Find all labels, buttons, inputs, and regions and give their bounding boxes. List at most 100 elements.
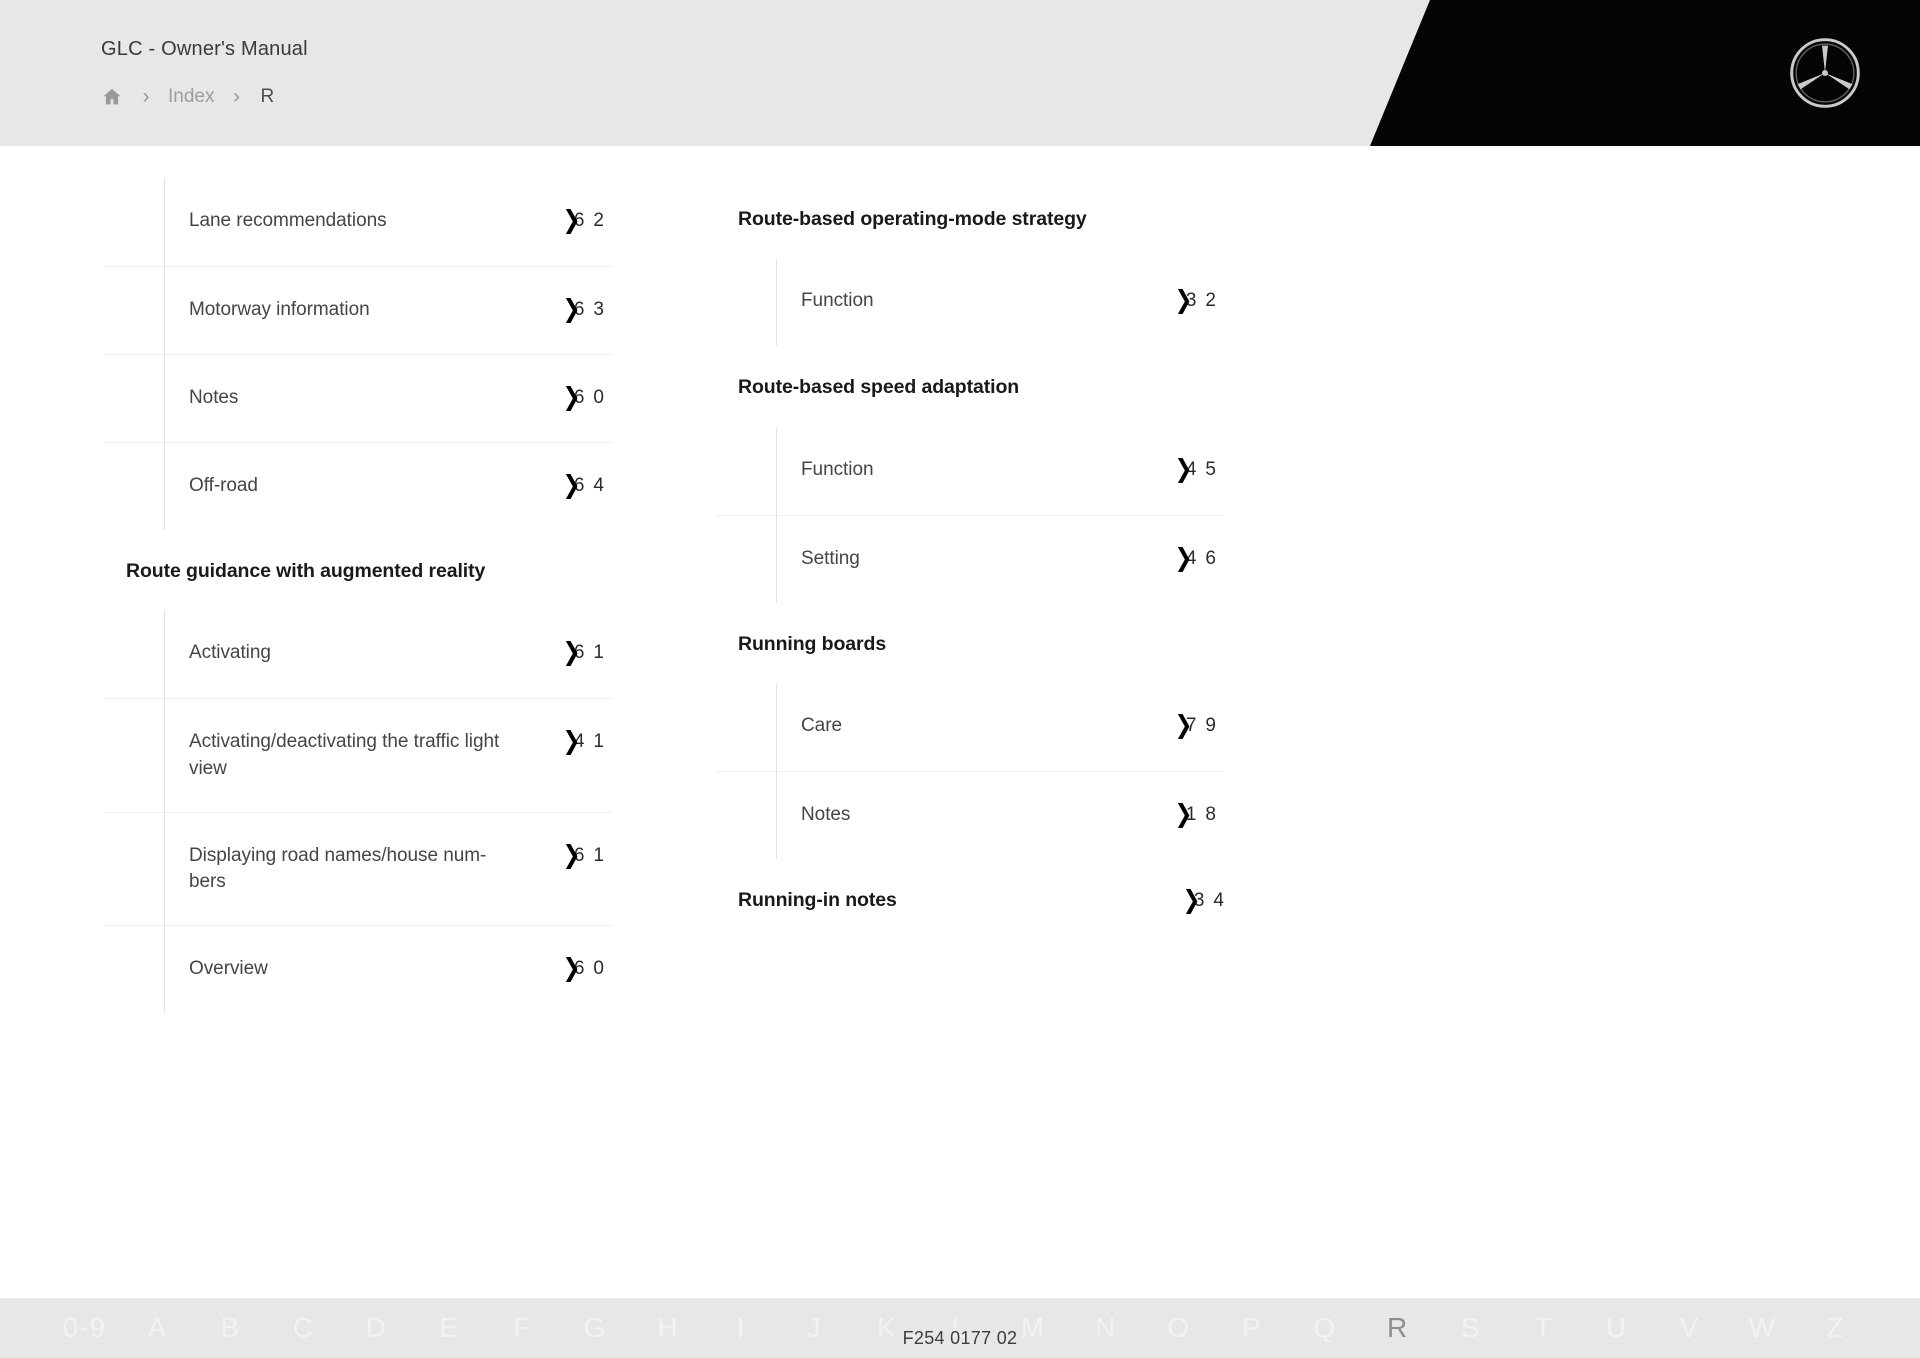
index-entry-list: Function 3 ❯ 2	[776, 258, 1224, 347]
page-reference[interactable]: 1 ❯ 8	[1164, 799, 1216, 828]
index-entry[interactable]: Function 4 ❯ 5	[777, 427, 1224, 515]
index-group-heading: Running boards	[738, 603, 1224, 683]
page-ref-page: 1	[593, 844, 604, 866]
index-entry-label: Displaying road names/house num-bers	[189, 844, 487, 892]
index-group-heading: Route guidance with augmented reality	[126, 530, 612, 610]
page-ref-page: 1	[593, 642, 604, 664]
index-columns: Lane recommendations 6 ❯ 2 Motorway informat…	[104, 178, 1224, 1014]
breadcrumb-item-index[interactable]: Index	[168, 86, 214, 108]
page-reference[interactable]: 6 ❯ 4	[552, 471, 604, 499]
page-reference[interactable]: 4 ❯ 5	[1164, 454, 1216, 483]
page-ref-page: 5	[1205, 458, 1216, 480]
index-entry-label: Setting	[801, 547, 860, 569]
chevron-right-icon: ❯	[1174, 799, 1193, 828]
index-entry[interactable]: Displaying road names/house num-bers 6 ❯ 1	[104, 811, 612, 925]
index-entry-label: Activating	[189, 642, 271, 664]
index-entry[interactable]: Function 3 ❯ 2	[777, 258, 1224, 346]
chevron-right-icon: ❯	[562, 954, 581, 983]
index-group: Running-in notes 3 ❯ 4	[716, 859, 1224, 940]
page-reference[interactable]: 6 ❯ 0	[552, 954, 604, 983]
index-entry[interactable]: Setting 4 ❯ 6	[716, 514, 1224, 603]
index-group: Route-based operating-mode strategy Funct…	[716, 178, 1224, 347]
page-reference[interactable]: 6 ❯ 1	[552, 840, 604, 869]
index-entry-label: Off-road	[189, 475, 258, 496]
index-group-heading: Route-based speed adaptation	[738, 346, 1224, 426]
page-ref-page: 4	[593, 475, 604, 496]
index-entry-label: Motorway information	[189, 299, 370, 320]
index-entry-label: Function	[801, 290, 874, 312]
chevron-right-icon: ❯	[1182, 885, 1201, 914]
index-entry-label: Care	[801, 714, 842, 736]
index-group: Route guidance with augmented reality Act…	[104, 530, 612, 1014]
index-entry[interactable]: Activating/deactivating the traffic ligh…	[104, 698, 612, 811]
index-column: Lane recommendations 6 ❯ 2 Motorway informat…	[104, 178, 612, 1014]
page-reference[interactable]: 6 ❯ 1	[552, 638, 604, 667]
index-entry-label: Overview	[189, 958, 268, 980]
index-entry[interactable]: Overview 6 ❯ 0	[104, 925, 612, 1013]
index-entry[interactable]: Off-road 6 ❯ 4	[104, 442, 612, 530]
index-group-heading-label: Route guidance with augmented reality	[126, 560, 486, 582]
chevron-right-icon: ❯	[562, 840, 581, 869]
page-header: GLC - Owner's Manual › Index › R	[0, 0, 1920, 146]
page-reference[interactable]: 4 ❯ 6	[1164, 543, 1216, 572]
chevron-right-icon: ❯	[562, 206, 581, 234]
index-entry[interactable]: Care 7 ❯ 9	[777, 683, 1224, 771]
page-reference[interactable]: 3 ❯ 4	[1172, 885, 1224, 914]
index-entry-label: Notes	[801, 803, 851, 825]
index-entry[interactable]: Lane recommendations 6 ❯ 2	[165, 178, 612, 266]
chevron-right-icon: ❯	[1174, 286, 1193, 315]
index-entry[interactable]: Activating 6 ❯ 1	[165, 610, 612, 698]
mercedes-benz-star-icon	[1788, 36, 1862, 110]
index-group-heading-label: Route-based operating-mode strategy	[738, 208, 1087, 230]
chevron-right-icon: ❯	[1174, 454, 1193, 483]
page-ref-page: 3	[593, 299, 604, 320]
page-reference[interactable]: 4 ❯ 1	[552, 727, 604, 756]
page-ref-page: 8	[1205, 803, 1216, 825]
page-reference[interactable]: 6 ❯ 2	[552, 206, 604, 234]
page-title: GLC - Owner's Manual	[101, 38, 308, 60]
index-entry[interactable]: Notes 1 ❯ 8	[716, 770, 1224, 859]
page-reference[interactable]: 6 ❯ 3	[552, 295, 604, 323]
index-entry-label: Lane recommendations	[189, 210, 387, 231]
chevron-right-icon: ❯	[1174, 710, 1193, 739]
page-ref-page: 9	[1205, 714, 1216, 736]
chevron-right-icon: ❯	[562, 471, 581, 499]
index-entry-list: Activating 6 ❯ 1 Activating/deactivating the…	[104, 610, 612, 1014]
index-group: Lane recommendations 6 ❯ 2 Motorway informat…	[104, 178, 612, 530]
chevron-right-icon: ❯	[562, 295, 581, 323]
chevron-right-icon: ❯	[562, 638, 581, 667]
page-ref-page: 6	[1205, 547, 1216, 569]
index-group-heading-label: Running boards	[738, 632, 887, 655]
page-ref-page: 2	[593, 210, 604, 231]
page-ref-page: 1	[593, 731, 604, 753]
chevron-right-icon: ❯	[562, 383, 581, 411]
breadcrumb-separator-2: ›	[232, 85, 240, 108]
breadcrumb-separator-1: ›	[142, 85, 150, 108]
page-reference[interactable]: 3 ❯ 2	[1164, 286, 1216, 315]
index-group-heading[interactable]: Running-in notes 3 ❯ 4	[738, 859, 1224, 940]
home-icon[interactable]	[100, 85, 124, 109]
index-group-heading: Route-based operating-mode strategy	[738, 178, 1224, 258]
chevron-right-icon: ❯	[1174, 543, 1193, 572]
page-ref-page: 4	[1213, 889, 1224, 911]
index-entry-label: Activating/deactivating the traffic ligh…	[189, 731, 500, 779]
index-entry[interactable]: Notes 6 ❯ 0	[104, 354, 612, 442]
index-group: Running boards Care 7 ❯ 9 Notes 1 ❯ 8	[716, 603, 1224, 859]
index-content: Lane recommendations 6 ❯ 2 Motorway informat…	[0, 146, 1920, 1298]
index-entry-list: Care 7 ❯ 9 Notes 1 ❯ 8	[716, 682, 1224, 859]
chevron-right-icon: ❯	[562, 727, 581, 756]
index-entry-list: Function 4 ❯ 5 Setting 4 ❯ 6	[716, 426, 1224, 603]
page-ref-page: 0	[593, 958, 604, 980]
index-group: Route-based speed adaptation Function 4 ❯ 5 S…	[716, 346, 1224, 603]
breadcrumb-item-current: R	[260, 86, 275, 107]
page-ref-page: 0	[593, 387, 604, 408]
breadcrumb: › Index › R	[100, 82, 274, 112]
index-group-heading-label: Route-based speed adaptation	[738, 376, 1020, 399]
document-code: F254 0177 02	[902, 1328, 1018, 1348]
page-ref-page: 2	[1205, 290, 1216, 312]
index-entry-list: Lane recommendations 6 ❯ 2 Motorway informat…	[104, 178, 612, 530]
page-reference[interactable]: 7 ❯ 9	[1164, 710, 1216, 739]
index-group-heading-label: Running-in notes	[738, 888, 897, 911]
page-reference[interactable]: 6 ❯ 0	[552, 383, 604, 411]
index-entry[interactable]: Motorway information 6 ❯ 3	[104, 266, 612, 354]
